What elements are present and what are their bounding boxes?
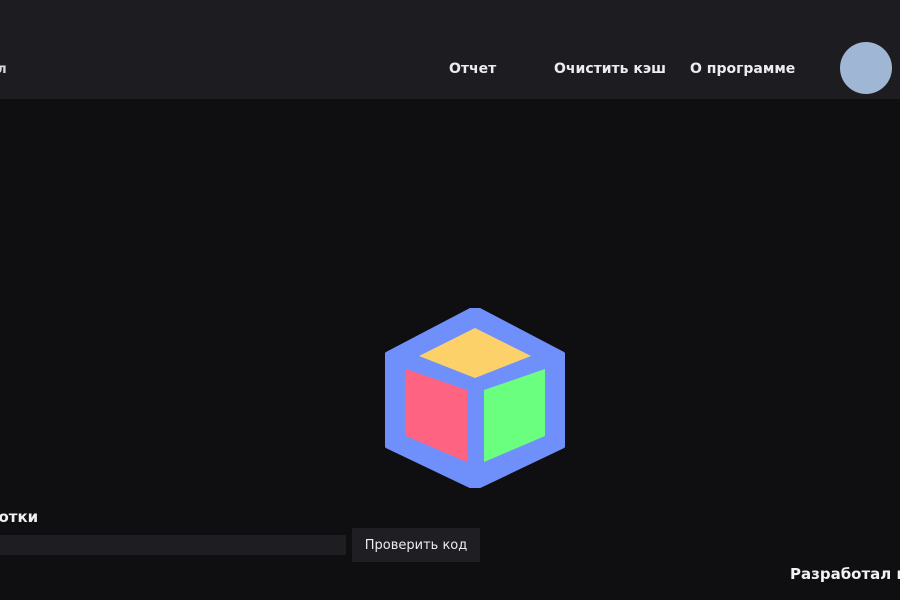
section-title: ботки xyxy=(0,508,39,526)
top-bar: йл Отчет Очистить кэш О программе xyxy=(0,0,900,99)
avatar[interactable] xyxy=(840,42,892,94)
check-code-button[interactable]: Проверить код xyxy=(352,528,480,562)
cube-icon xyxy=(385,308,565,488)
code-input[interactable] xyxy=(0,535,346,555)
nav-clear-cache[interactable]: Очистить кэш xyxy=(554,61,666,77)
developer-credit: Разработал п xyxy=(790,565,900,583)
nav-about[interactable]: О программе xyxy=(690,61,795,77)
app-window: йл Отчет Очистить кэш О программе ботки … xyxy=(0,0,900,600)
menu-file[interactable]: йл xyxy=(0,62,7,77)
nav-report[interactable]: Отчет xyxy=(449,61,496,77)
